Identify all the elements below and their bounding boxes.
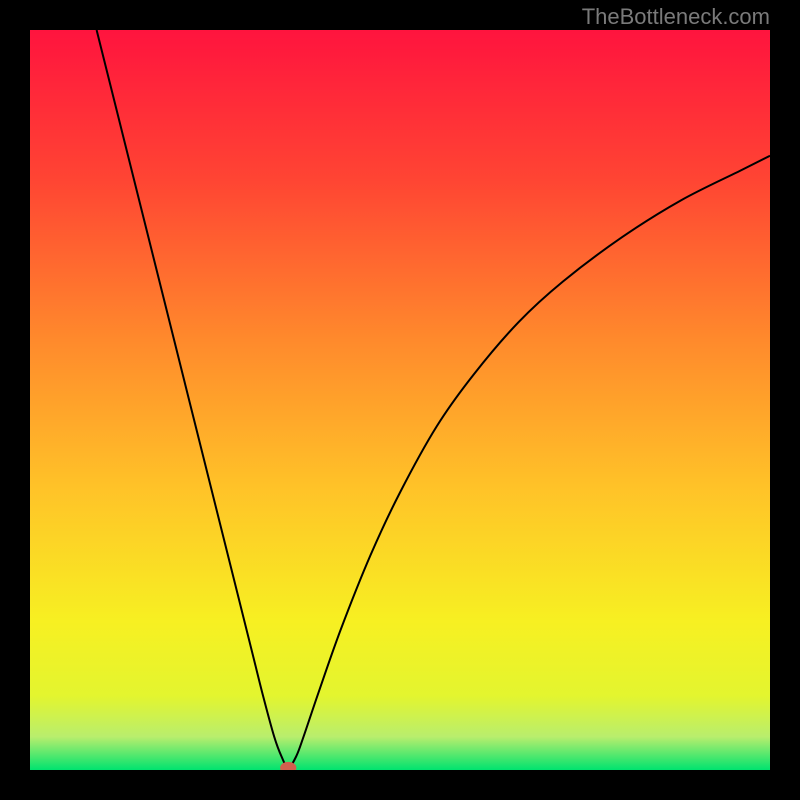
- curve-layer: [30, 30, 770, 770]
- plot-area: [30, 30, 770, 770]
- chart-frame: TheBottleneck.com: [0, 0, 800, 800]
- watermark-label: TheBottleneck.com: [582, 4, 770, 30]
- minimum-marker: [280, 762, 296, 770]
- bottleneck-curve: [97, 30, 770, 768]
